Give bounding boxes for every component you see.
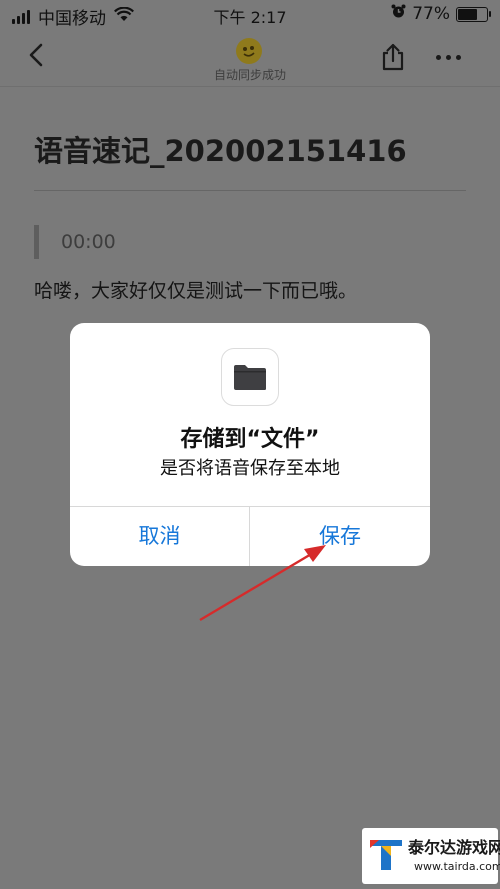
annotation-arrow	[199, 545, 326, 622]
watermark: 泰尔达游戏网 www.tairda.com	[362, 828, 500, 884]
watermark-name: 泰尔达游戏网	[408, 838, 500, 857]
watermark-url: www.tairda.com	[414, 860, 500, 873]
watermark-logo	[370, 840, 402, 870]
